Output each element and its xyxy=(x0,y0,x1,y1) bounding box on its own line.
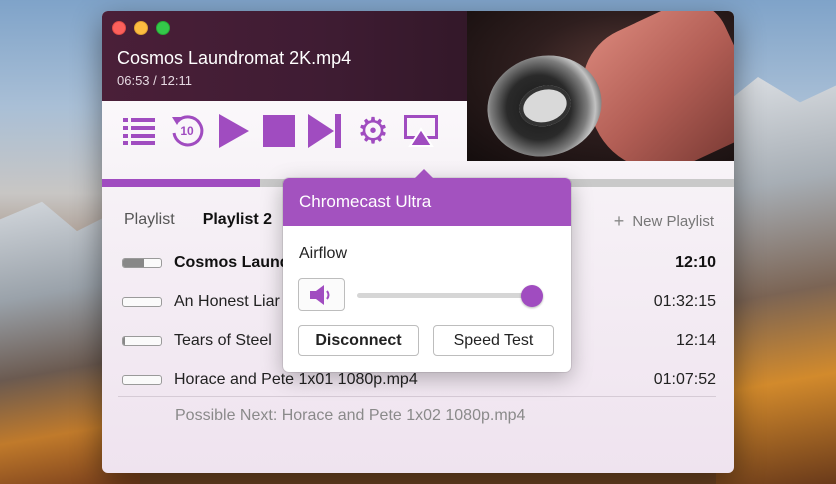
playback-progress-fill xyxy=(102,179,260,187)
desktop-mountain-right xyxy=(716,76,836,484)
rewind-seconds: 10 xyxy=(180,124,194,138)
video-thumbnail[interactable] xyxy=(467,11,734,161)
title-bar: Cosmos Laundromat 2K.mp4 06:53 / 12:11 xyxy=(102,11,467,101)
speed-test-button[interactable]: Speed Test xyxy=(433,325,554,356)
volume-slider[interactable] xyxy=(357,285,543,307)
stop-icon[interactable] xyxy=(263,115,295,147)
new-playlist-button[interactable]: + New Playlist xyxy=(614,211,714,232)
list-divider xyxy=(118,396,716,397)
rewind-10-icon[interactable]: 10 xyxy=(169,113,205,149)
item-progress-bar xyxy=(122,335,162,346)
now-playing-title: Cosmos Laundromat 2K.mp4 xyxy=(117,48,352,68)
popover-arrow xyxy=(414,169,434,179)
volume-slider-thumb[interactable] xyxy=(521,285,543,307)
disconnect-button[interactable]: Disconnect xyxy=(298,325,419,356)
item-progress-bar xyxy=(122,296,162,307)
item-name: An Honest Liar xyxy=(174,292,280,310)
close-button[interactable] xyxy=(112,21,126,35)
possible-next: Possible Next: Horace and Pete 1x02 1080… xyxy=(175,407,526,424)
mute-button[interactable] xyxy=(298,278,345,311)
play-icon[interactable] xyxy=(218,114,250,148)
airplay-icon[interactable] xyxy=(404,114,438,148)
playlist-icon[interactable] xyxy=(122,114,156,148)
transport-controls: 10 ⚙ xyxy=(102,101,467,161)
new-playlist-label: New Playlist xyxy=(632,213,714,230)
item-progress-bar xyxy=(122,374,162,385)
item-duration: 01:07:52 xyxy=(653,370,716,388)
minimize-button[interactable] xyxy=(134,21,148,35)
device-name: Airflow xyxy=(299,245,348,262)
speaker-icon xyxy=(309,284,329,305)
gear-icon[interactable]: ⚙ xyxy=(355,113,391,149)
zoom-button[interactable] xyxy=(156,21,170,35)
playlist-tabs: Playlist Playlist 2 xyxy=(124,211,272,229)
item-duration: 12:14 xyxy=(675,331,716,349)
item-duration: 01:32:15 xyxy=(653,292,716,310)
popover-header: Chromecast Ultra xyxy=(283,178,571,226)
next-icon[interactable] xyxy=(308,114,342,148)
tab-playlist-2[interactable]: Playlist 2 xyxy=(203,211,272,229)
item-name: Horace and Pete 1x01 1080p.mp4 xyxy=(174,370,418,388)
now-playing-time: 06:53 / 12:11 xyxy=(117,73,192,88)
cast-popover: Chromecast Ultra Airflow Disconnect Spee… xyxy=(283,169,571,372)
item-duration: 12:10 xyxy=(675,253,716,271)
tab-playlist[interactable]: Playlist xyxy=(124,211,175,229)
item-progress-bar xyxy=(122,257,162,268)
plus-icon: + xyxy=(613,211,625,231)
item-name: Tears of Steel xyxy=(174,331,272,349)
window-controls xyxy=(112,21,170,35)
